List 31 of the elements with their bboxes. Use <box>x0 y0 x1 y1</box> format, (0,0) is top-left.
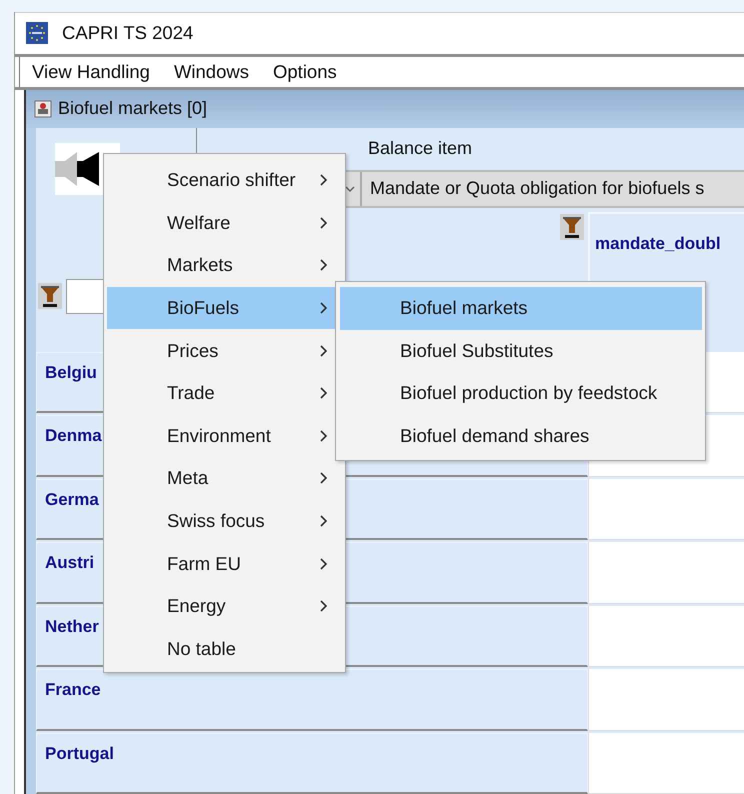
flag-icon <box>26 22 48 44</box>
menu-bar-item[interactable]: View Handling <box>26 60 160 82</box>
frame-title: Biofuel markets [0] <box>58 98 208 119</box>
menu-item[interactable]: Swiss focus <box>107 500 342 542</box>
chevron-right-icon <box>320 472 328 484</box>
menu-item[interactable]: Biofuel markets <box>340 287 702 330</box>
caret-icon <box>345 184 355 192</box>
chevron-right-icon <box>320 174 328 186</box>
chevron-right-icon <box>320 259 328 272</box>
chevron-right-icon <box>320 387 328 400</box>
row-header: France <box>36 669 588 730</box>
left-arrows-icon <box>55 152 101 186</box>
chevron-right-icon <box>320 344 328 357</box>
menu-item[interactable]: Farm EU <box>107 542 342 585</box>
window-title: CAPRI TS 2024 <box>62 22 194 44</box>
chevron-right-icon <box>320 430 328 442</box>
funnel-icon <box>560 214 584 240</box>
menu-bar-item[interactable]: Options <box>267 60 347 82</box>
menu-item[interactable]: Markets <box>107 244 342 287</box>
chevron-right-icon <box>320 558 328 570</box>
chevron-right-icon <box>320 600 328 612</box>
frame-icon <box>34 100 52 118</box>
chevron-right-icon <box>320 216 328 229</box>
funnel-icon <box>38 283 62 309</box>
chevron-right-icon <box>320 515 328 528</box>
row-header: Portugal <box>36 732 588 794</box>
menu-item[interactable]: Scenario shifter <box>107 159 342 202</box>
menu-bar-item[interactable]: Windows <box>168 60 259 82</box>
dimension-label: Balance item <box>367 137 474 160</box>
chevron-right-icon <box>320 302 328 314</box>
menu-item[interactable]: Welfare <box>107 202 342 244</box>
